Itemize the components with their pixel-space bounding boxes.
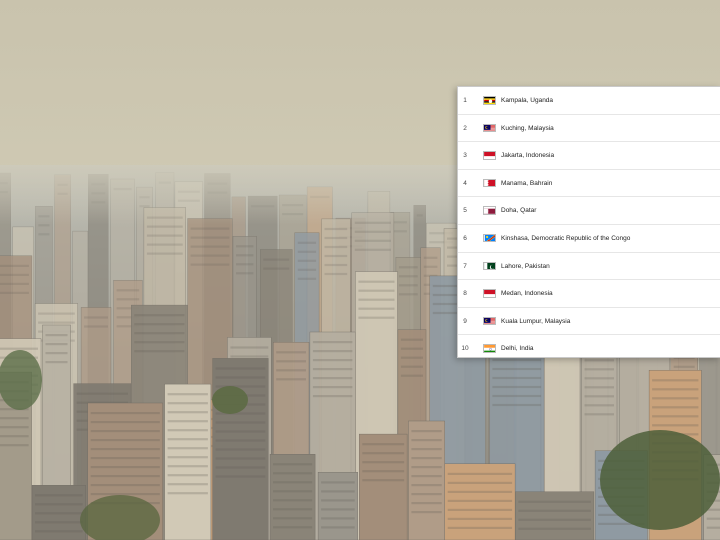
rank-number: 4 — [463, 179, 467, 187]
city-name: Lahore, Pakistan — [501, 262, 550, 270]
uganda-flag-icon — [483, 96, 496, 105]
city-name: Delhi, India — [501, 345, 534, 353]
malaysia-flag-icon — [483, 123, 496, 133]
pakistan-flag-icon — [483, 261, 496, 271]
ranking-row: 4 Manama, Bahrain — [458, 170, 720, 198]
city-name: Medan, Indonesia — [501, 290, 553, 298]
ranking-row: 5 Doha, Qatar — [458, 197, 720, 225]
ranking-row: 7 Lahore, Pakistan — [458, 253, 720, 281]
pollution-ranking-panel: 1 Kampala, Uganda 2 Kuching, Malaysia 3 Jakar… — [457, 86, 720, 358]
rank-number: 10 — [461, 345, 469, 353]
ranking-row: 8 Medan, Indonesia — [458, 280, 720, 308]
rank-number: 3 — [463, 152, 467, 160]
rank-number: 7 — [463, 262, 467, 270]
rank-number: 5 — [463, 207, 467, 215]
ranking-row: 10 Delhi, India — [458, 335, 720, 363]
city-name: Manama, Bahrain — [501, 179, 553, 187]
qatar-flag-icon — [483, 206, 496, 215]
india-flag-icon — [483, 344, 496, 353]
ranking-row: 9 Kuala Lumpur, Malaysia — [458, 308, 720, 336]
rank-number: 6 — [463, 234, 467, 242]
city-name: Kampala, Uganda — [501, 97, 554, 104]
city-name: Doha, Qatar — [501, 207, 537, 215]
ranking-row: 2 Kuching, Malaysia — [458, 115, 720, 143]
city-name: Kuching, Malaysia — [501, 124, 554, 132]
indonesia-flag-icon — [483, 151, 496, 160]
malaysia-flag-icon — [483, 316, 496, 326]
ranking-row: 1 Kampala, Uganda — [458, 87, 720, 115]
indonesia-flag-icon — [483, 289, 496, 298]
bahrain-flag-icon — [483, 178, 496, 188]
city-name: Kuala Lumpur, Malaysia — [501, 317, 571, 325]
ranking-row: 3 Jakarta, Indonesia — [458, 142, 720, 170]
drc-flag-icon — [483, 233, 496, 243]
city-name: Kinshasa, Democratic Republic of the Con… — [501, 234, 631, 242]
rank-number: 8 — [463, 290, 467, 298]
city-name: Jakarta, Indonesia — [501, 152, 555, 160]
rank-number: 1 — [463, 97, 467, 104]
ranking-row: 6 Kinshasa, Democratic Republic of the Co… — [458, 225, 720, 253]
rank-number: 9 — [463, 317, 467, 325]
rank-number: 2 — [463, 124, 467, 132]
